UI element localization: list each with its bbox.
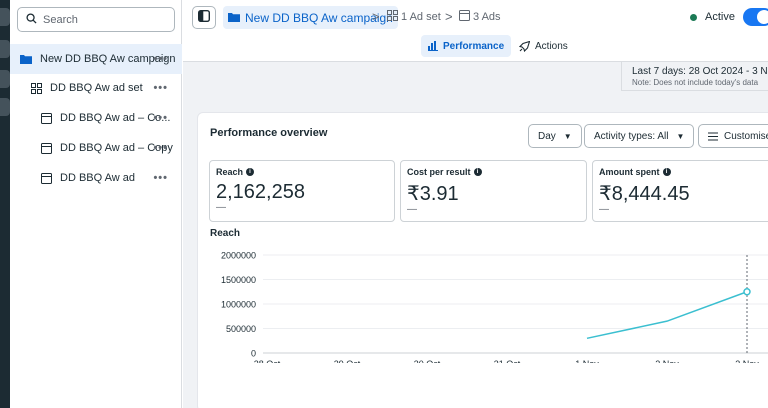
y-tick-label: 1000000 (221, 300, 256, 310)
rail-icon[interactable] (0, 98, 10, 116)
x-tick-label: 29 Oct (334, 359, 361, 363)
breadcrumb-ads[interactable]: 3 Ads (459, 10, 501, 24)
date-range-label: Last 7 days: 28 Oct 2024 - 3 Nov 2024 (632, 66, 768, 77)
bar-chart-icon (428, 41, 438, 51)
card-title: Performance overview (210, 127, 328, 139)
x-tick-label: 3 Nov (735, 359, 759, 363)
ad-icon (459, 10, 470, 24)
ad-icon (38, 110, 54, 126)
caret-down-icon: ▼ (676, 131, 685, 141)
grid-icon (28, 80, 44, 96)
x-tick-label: 1 Nov (575, 359, 599, 363)
activity-types-dropdown[interactable]: Activity types: All ▼ (584, 124, 695, 148)
customise-button[interactable]: Customise (698, 124, 768, 148)
sidebar-item-label: DD BBQ Aw ad set (50, 82, 143, 94)
more-options-icon[interactable]: ••• (153, 53, 168, 65)
chevron-right-icon: > (372, 9, 380, 24)
sidebar-item-ad[interactable]: DD BBQ Aw ad ••• (10, 163, 182, 193)
tab-actions[interactable]: Actions (512, 35, 575, 57)
search-input[interactable]: Search (17, 7, 175, 32)
search-placeholder: Search (43, 13, 78, 26)
metric-label: Reach (216, 167, 244, 177)
breadcrumb-campaign-label: New DD BBQ Aw campaign (245, 10, 393, 25)
metric-value: ₹3.91 (407, 183, 459, 205)
sidebar: Search New DD BBQ Aw campaign ••• DD BBQ… (10, 0, 182, 408)
x-tick-label: 31 Oct (494, 359, 521, 363)
customise-icon (708, 132, 718, 141)
day-dropdown[interactable]: Day ▼ (528, 124, 582, 148)
search-icon (26, 12, 37, 27)
more-options-icon[interactable]: ••• (153, 142, 168, 154)
info-icon[interactable]: i (662, 168, 671, 176)
x-tick-label: 28 Oct (254, 359, 281, 363)
rail-icon[interactable] (0, 40, 10, 58)
chevron-right-icon: > (445, 9, 453, 24)
series-line (586, 291, 748, 340)
rail-icon[interactable] (0, 70, 10, 88)
metric-value: 2,162,258 (216, 181, 305, 203)
active-toggle[interactable] (743, 8, 768, 26)
customise-label: Customise (724, 130, 768, 142)
x-tick-label: 30 Oct (414, 359, 441, 363)
toggle-sidebar-button[interactable] (192, 6, 216, 29)
status-label: Active (705, 11, 735, 23)
sidebar-item-ad[interactable]: DD BBQ Aw ad – Copy ••• (10, 133, 182, 163)
sidebar-item-ad[interactable]: DD BBQ Aw ad – Co... ••• (10, 103, 182, 133)
chart-title: Reach (210, 228, 241, 239)
breadcrumb-ads-label: 3 Ads (473, 11, 501, 23)
active-dot (690, 13, 697, 21)
metric-value: ₹8,444.45 (599, 183, 690, 205)
more-options-icon[interactable]: ••• (153, 112, 168, 124)
breadcrumb-adset[interactable]: 1 Ad set (387, 10, 441, 24)
more-options-icon[interactable]: ••• (153, 82, 168, 94)
sidebar-panel-icon (197, 9, 211, 25)
y-tick-label: 0 (251, 349, 256, 359)
ad-icon (38, 140, 54, 156)
grid-icon (387, 10, 398, 24)
performance-overview-card: Performance overview Day ▼ Activity type… (197, 112, 768, 408)
top-bar: New DD BBQ Aw campaign > 1 Ad set > 3 Ad… (183, 0, 768, 62)
tab-label: Performance (443, 40, 505, 52)
more-options-icon[interactable]: ••• (153, 172, 168, 184)
y-tick-label: 1500000 (221, 275, 256, 285)
info-icon[interactable]: i (473, 168, 482, 176)
info-icon[interactable]: i (246, 168, 255, 176)
tab-performance[interactable]: Performance (421, 35, 512, 57)
metric-label: Amount spent (599, 167, 660, 177)
ad-icon (38, 170, 54, 186)
caret-down-icon: ▼ (563, 131, 572, 141)
reach-line-chart: 0 500000 1000000 1500000 2000000 28 Oct 29 Oct… (221, 251, 768, 363)
main-panel: New DD BBQ Aw campaign > 1 Ad set > 3 Ad… (183, 0, 768, 408)
sidebar-item-adset[interactable]: DD BBQ Aw ad set ••• (10, 73, 182, 103)
app-rail (0, 0, 10, 408)
tab-label: Actions (535, 40, 568, 52)
metric-card-amount-spent[interactable]: Amount spent i ₹8,444.45 — (592, 160, 768, 222)
activity-types-label: Activity types: All (594, 130, 669, 142)
data-point (743, 288, 751, 296)
sidebar-item-campaign[interactable]: New DD BBQ Aw campaign ••• (10, 44, 182, 74)
rocket-icon (519, 40, 530, 52)
y-tick-label: 2000000 (221, 251, 256, 261)
metric-card-cost-per-result[interactable]: Cost per result i ₹3.91 — (400, 160, 587, 222)
x-tick-label: 2 Nov (655, 359, 679, 363)
sidebar-item-label: DD BBQ Aw ad (60, 172, 135, 184)
date-range-picker[interactable]: Last 7 days: 28 Oct 2024 - 3 Nov 2024 No… (621, 62, 768, 91)
y-tick-label: 500000 (226, 324, 256, 334)
folder-icon (228, 11, 240, 25)
rail-icon[interactable] (0, 8, 10, 26)
day-dropdown-label: Day (538, 130, 556, 142)
date-range-note: Note: Does not include today's data (632, 78, 759, 87)
breadcrumb-adset-label: 1 Ad set (401, 11, 441, 23)
folder-icon (18, 51, 34, 67)
metric-label: Cost per result (407, 167, 471, 177)
metric-card-reach[interactable]: Reach i 2,162,258 — (209, 160, 395, 222)
status-indicator: Active (690, 11, 735, 23)
